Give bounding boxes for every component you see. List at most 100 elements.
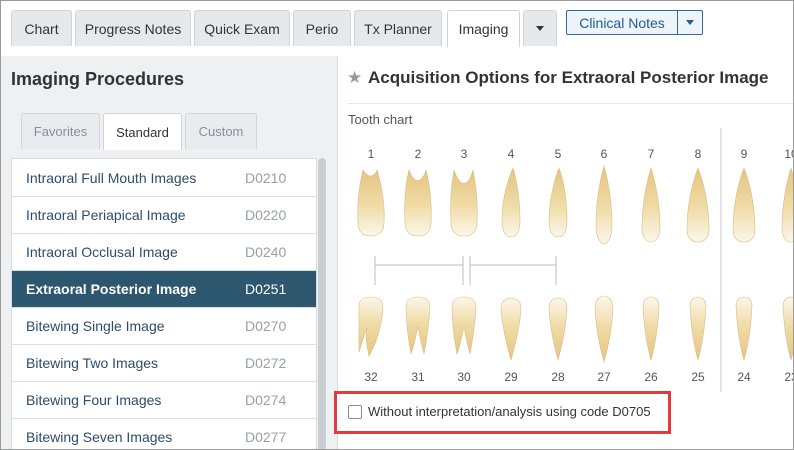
- tooth-chart: 12345678910 32313029282726252423: [357, 128, 794, 392]
- procedure-name: Bitewing Two Images: [26, 355, 159, 371]
- procedure-list-scrollbar[interactable]: [317, 158, 327, 449]
- procedure-list: Intraoral Full Mouth Images D0210 Intraor…: [11, 158, 317, 449]
- upper-tooth[interactable]: [357, 169, 385, 237]
- tab-quick-exam[interactable]: Quick Exam: [194, 10, 290, 46]
- tab-imaging-label: Imaging: [458, 21, 509, 37]
- procedure-code: D0277: [245, 429, 287, 445]
- subtab-standard-label: Standard: [116, 124, 169, 140]
- interpretation-checkbox-label[interactable]: Without interpretation/analysis using co…: [368, 404, 651, 419]
- lower-tooth-number: 26: [644, 370, 658, 384]
- lower-tooth-number: 25: [691, 370, 705, 384]
- tab-chart-label: Chart: [24, 20, 59, 37]
- upper-tooth-number: 1: [368, 147, 375, 161]
- subtab-favorites-label: Favorites: [33, 124, 88, 139]
- lower-tooth-number: 29: [504, 370, 518, 384]
- upper-tooth[interactable]: [501, 167, 521, 238]
- imaging-procedures-panel: Imaging Procedures Favorites Standard Cu…: [1, 56, 338, 449]
- lower-tooth[interactable]: [405, 296, 431, 356]
- tab-imaging[interactable]: Imaging: [447, 10, 520, 47]
- upper-tooth[interactable]: [781, 166, 794, 243]
- clinical-notes-button[interactable]: Clinical Notes: [566, 10, 678, 35]
- app-frame: Chart Progress Notes Quick Exam Perio Tx…: [0, 0, 794, 450]
- procedure-name: Bitewing Seven Images: [26, 429, 173, 445]
- procedure-code: D0210: [245, 170, 287, 186]
- lower-tooth-number: 27: [597, 370, 611, 384]
- procedure-row[interactable]: Intraoral Occlusal Image D0240: [12, 234, 316, 271]
- upper-tooth[interactable]: [641, 166, 661, 243]
- chevron-down-icon: [536, 26, 544, 31]
- clinical-notes-dropdown[interactable]: [677, 10, 703, 35]
- tab-perio-label: Perio: [305, 20, 339, 37]
- lower-tooth-number: 28: [551, 370, 565, 384]
- subtab-custom-label: Custom: [198, 124, 244, 139]
- tab-progress-notes[interactable]: Progress Notes: [75, 10, 191, 46]
- procedure-name: Extraoral Posterior Image: [26, 281, 197, 297]
- clinical-notes-label: Clinical Notes: [579, 14, 665, 31]
- tab-tx-planner-label: Tx Planner: [364, 20, 432, 37]
- interpretation-checkbox[interactable]: [348, 405, 362, 419]
- upper-tooth-number: 6: [601, 147, 608, 161]
- procedure-row[interactable]: Intraoral Periapical Image D0220: [12, 197, 316, 234]
- tab-quick-exam-label: Quick Exam: [204, 20, 280, 37]
- procedure-code: D0240: [245, 244, 287, 260]
- upper-tooth-number: 5: [555, 147, 562, 161]
- procedure-row[interactable]: Bitewing Single Image D0270: [12, 308, 316, 345]
- procedure-code: D0220: [245, 207, 287, 223]
- procedure-row[interactable]: Bitewing Seven Images D0277: [12, 419, 316, 449]
- lower-tooth[interactable]: [594, 295, 614, 364]
- upper-tooth-number: 10: [784, 147, 794, 161]
- lower-tooth[interactable]: [451, 296, 477, 356]
- upper-tooth-number: 9: [741, 147, 748, 161]
- lower-tooth[interactable]: [735, 296, 753, 362]
- procedure-code: D0272: [245, 355, 287, 371]
- chevron-down-icon: [686, 20, 694, 25]
- procedure-row[interactable]: Intraoral Full Mouth Images D0210: [12, 160, 316, 197]
- subtab-custom[interactable]: Custom: [185, 113, 257, 149]
- upper-tooth-number: 2: [415, 147, 422, 161]
- lower-tooth[interactable]: [358, 296, 384, 357]
- lower-tooth-number: 31: [411, 370, 425, 384]
- procedure-name: Intraoral Occlusal Image: [26, 244, 178, 260]
- tab-progress-notes-label: Progress Notes: [84, 20, 182, 37]
- lower-tooth[interactable]: [782, 296, 794, 362]
- interpretation-option-highlight: Without interpretation/analysis using co…: [334, 391, 671, 434]
- lower-tooth[interactable]: [689, 296, 707, 362]
- upper-tooth-number: 3: [461, 147, 468, 161]
- subtab-favorites[interactable]: Favorites: [21, 113, 100, 149]
- procedure-name: Intraoral Full Mouth Images: [26, 170, 197, 186]
- more-tabs-dropdown[interactable]: [523, 10, 557, 46]
- lower-tooth-number: 32: [364, 370, 378, 384]
- upper-tooth-number: 7: [648, 147, 655, 161]
- upper-tooth[interactable]: [595, 164, 613, 245]
- upper-tooth-number: 4: [508, 147, 515, 161]
- upper-tooth-number: 8: [695, 147, 702, 161]
- lower-tooth[interactable]: [642, 296, 660, 362]
- procedure-name: Bitewing Single Image: [26, 318, 165, 334]
- upper-tooth[interactable]: [686, 167, 710, 243]
- upper-tooth[interactable]: [548, 167, 568, 238]
- upper-tooth[interactable]: [732, 167, 756, 243]
- scrollbar-thumb[interactable]: [318, 158, 326, 449]
- acquisition-options-panel: ★ Acquisition Options for Extraoral Post…: [334, 56, 794, 449]
- upper-tooth[interactable]: [404, 168, 432, 237]
- procedure-code: D0274: [245, 392, 287, 408]
- procedure-row-selected[interactable]: Extraoral Posterior Image D0251: [12, 271, 316, 308]
- procedure-code: D0251: [245, 281, 287, 297]
- procedure-row[interactable]: Bitewing Two Images D0272: [12, 345, 316, 382]
- lower-tooth-number: 23: [784, 370, 794, 384]
- tab-perio[interactable]: Perio: [293, 10, 351, 46]
- lower-tooth[interactable]: [500, 297, 522, 362]
- lower-tooth-number: 30: [457, 370, 471, 384]
- tab-tx-planner[interactable]: Tx Planner: [354, 10, 442, 46]
- subtab-standard[interactable]: Standard: [103, 113, 182, 150]
- upper-tooth[interactable]: [450, 168, 478, 237]
- lower-tooth-number: 24: [737, 370, 751, 384]
- procedure-row[interactable]: Bitewing Four Images D0274: [12, 382, 316, 419]
- procedure-name: Bitewing Four Images: [26, 392, 162, 408]
- procedure-code: D0270: [245, 318, 287, 334]
- lower-tooth[interactable]: [548, 297, 568, 362]
- top-tab-bar: Chart Progress Notes Quick Exam Perio Tx…: [1, 1, 793, 47]
- tab-chart[interactable]: Chart: [11, 10, 72, 46]
- procedure-name: Intraoral Periapical Image: [26, 207, 186, 223]
- panel-title: Imaging Procedures: [11, 69, 185, 89]
